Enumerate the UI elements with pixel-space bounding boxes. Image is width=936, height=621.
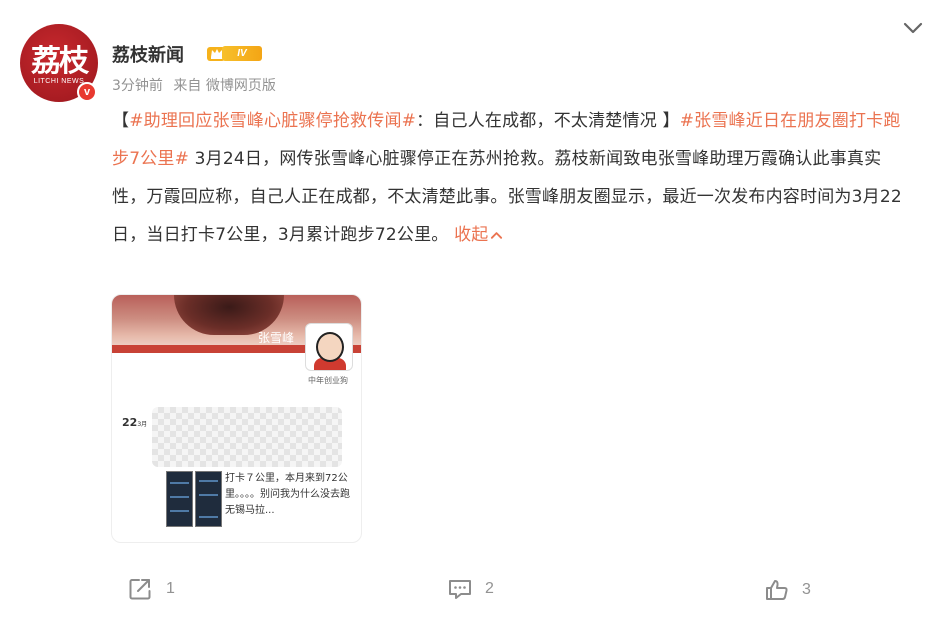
- image-channel-name: 中年创业狗: [308, 376, 348, 385]
- mosaic-blur: [152, 407, 342, 467]
- chevron-up-icon: [491, 232, 503, 239]
- level-label: IV: [222, 46, 262, 61]
- thumbnail-2: [195, 471, 222, 527]
- collapse-label: 收起: [454, 225, 489, 245]
- comment-count: 2: [485, 580, 494, 597]
- thumbnail-1: [166, 471, 193, 527]
- image-name-tag: 张雪峰: [258, 331, 295, 345]
- topic-link-1[interactable]: #助理回应张雪峰心脏骤停抢救传闻#: [129, 111, 416, 131]
- level-badge[interactable]: IV: [205, 43, 265, 63]
- avatar-logo-text: 荔枝: [31, 44, 89, 79]
- cartoon-avatar: [305, 323, 353, 371]
- image-post-text: 打卡７公里，本月来到72公里。。。。别问我为什么没去跑无锡马拉...: [225, 473, 350, 516]
- post-time[interactable]: 3分钟前: [112, 78, 163, 94]
- post-source: 来自 微博网页版: [173, 78, 276, 94]
- collapse-button[interactable]: 收起: [454, 225, 503, 245]
- open-bracket: 【: [112, 111, 130, 131]
- image-date-month: 3月: [137, 421, 148, 428]
- share-icon: [129, 579, 151, 600]
- comment-icon: [449, 580, 471, 599]
- post-body: 3月24日，网传张雪峰心脏骤停正在苏州抢救。荔枝新闻致电张雪峰助理万霞确认此事真…: [112, 149, 902, 245]
- like-count: 3: [802, 581, 811, 598]
- post-content: 【#助理回应张雪峰心脏骤停抢救传闻#：自己人在成都，不太清楚情况 】#张雪峰近日…: [112, 102, 912, 254]
- image-date-day: 22: [122, 416, 138, 429]
- share-button[interactable]: 1: [128, 577, 175, 601]
- like-icon: [766, 580, 788, 600]
- share-count: 1: [166, 580, 175, 597]
- image-date: 223月: [122, 416, 147, 429]
- post-headline: ：自己人在成都，不太清楚情况 】: [416, 111, 680, 131]
- verified-badge: v: [77, 82, 97, 102]
- weibo-post-card: 荔枝 LITCHI NEWS v 荔枝新闻 IV 3分钟前 来自 微博网页版 【…: [0, 0, 936, 621]
- chevron-down-icon[interactable]: [902, 20, 924, 36]
- comment-button[interactable]: 2: [447, 577, 494, 601]
- like-button[interactable]: 3: [764, 578, 811, 602]
- username[interactable]: 荔枝新闻: [112, 41, 184, 67]
- post-image[interactable]: 张雪峰 中年创业狗 223月 打卡７公里，本月来到72公里。。。。别问我为什么没…: [111, 294, 362, 543]
- cartoon-face: [316, 332, 344, 362]
- post-meta: 3分钟前 来自 微博网页版: [112, 75, 282, 95]
